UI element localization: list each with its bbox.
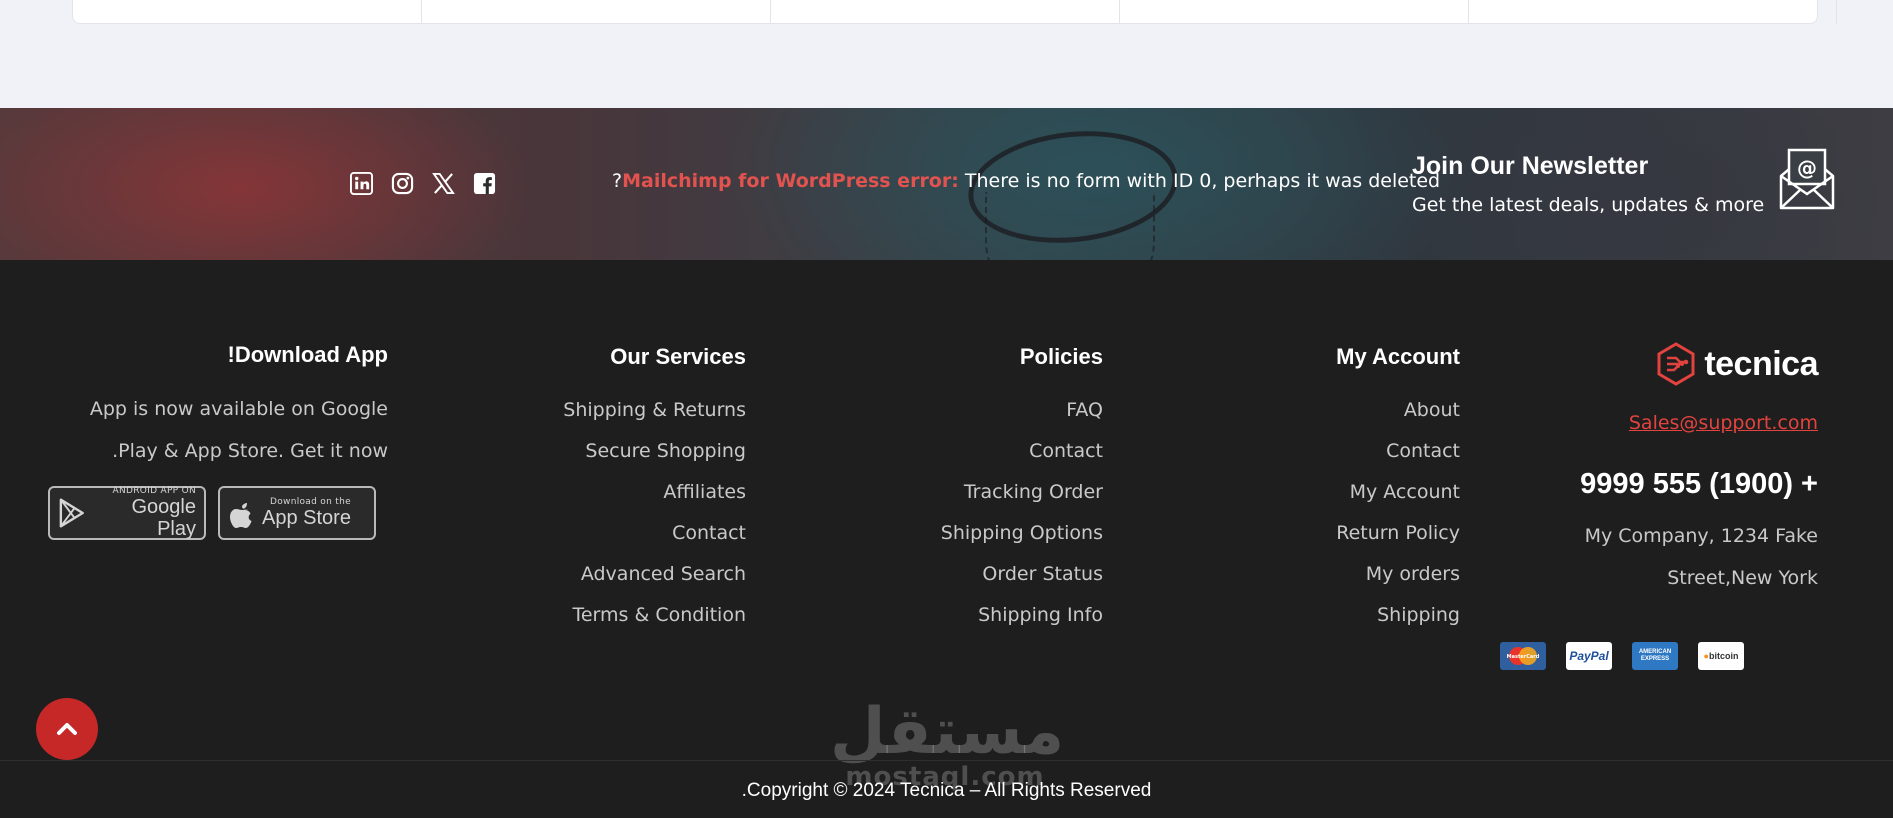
brand-logo[interactable]: tecnica (1500, 342, 1818, 386)
google-play-button[interactable]: ANDROID APP ON Google Play (48, 486, 206, 540)
our-services-title: Our Services (610, 344, 746, 369)
footer-link[interactable]: Return Policy (1240, 513, 1460, 554)
footer-link[interactable]: About (1240, 390, 1460, 431)
footer-link[interactable]: Secure Shopping (520, 431, 746, 472)
x-icon[interactable] (432, 172, 455, 195)
footer-link[interactable]: Shipping & Returns (520, 390, 746, 431)
phone-number: 9999 555 (1900) + (1580, 468, 1818, 500)
footer-link[interactable]: My orders (1240, 554, 1460, 595)
footer-link[interactable]: Advanced Search (520, 554, 746, 595)
newsletter-section: ?Mailchimp for WordPress error: There is… (0, 108, 1893, 260)
footer-link[interactable]: Shipping Info (880, 595, 1103, 636)
download-app-column: !Download App App is now available on Go… (40, 342, 388, 540)
footer-link[interactable]: Shipping Options (880, 513, 1103, 554)
linkedin-icon[interactable] (350, 172, 373, 195)
instagram-icon[interactable] (391, 172, 414, 195)
envelope-icon: @ (1778, 146, 1836, 210)
footer-link[interactable]: Contact (1240, 431, 1460, 472)
top-area (0, 0, 1893, 108)
app-text-line2: .Play & App Store. Get it now (112, 440, 388, 462)
paypal-icon: PayPal (1566, 642, 1612, 670)
newsletter-subtitle: Get the latest deals, updates & more (1412, 194, 1765, 216)
site-footer: !Download App App is now available on Go… (0, 260, 1893, 818)
policies-column: Policies FAQ Contact Tracking Order Ship… (880, 344, 1103, 636)
bitcoin-icon: ● bitcoin (1698, 642, 1744, 670)
footer-link[interactable]: Affiliates (520, 472, 746, 513)
footer-link[interactable]: Contact (880, 431, 1103, 472)
my-account-title: My Account (1336, 344, 1460, 369)
google-play-icon (59, 498, 84, 528)
amex-icon: AMERICAN EXPRESS (1632, 642, 1678, 670)
mastercard-icon: MasterCard (1500, 642, 1546, 670)
download-app-title: !Download App (227, 342, 389, 367)
newsletter-title: Join Our Newsletter (1412, 152, 1649, 180)
chevron-up-icon (57, 723, 77, 735)
copyright-text: .Copyright © 2024 Tecnica – All Rights R… (741, 780, 1152, 801)
apple-icon (230, 503, 252, 528)
watermark-logo: مستقل mostaql.com (830, 695, 1065, 792)
store-badges: ANDROID APP ON Google Play Download on t… (40, 486, 388, 540)
scroll-divider (1836, 0, 1837, 24)
our-services-column: Our Services Shipping & Returns Secure S… (520, 344, 746, 636)
app-store-button[interactable]: Download on the App Store (218, 486, 376, 540)
footer-link[interactable]: FAQ (880, 390, 1103, 431)
error-label: Mailchimp for WordPress error: (622, 170, 959, 192)
facebook-icon[interactable] (473, 172, 496, 195)
svg-text:@: @ (1797, 156, 1817, 180)
address: My Company, 1234 Fake Street,New York (1584, 525, 1818, 589)
policies-title: Policies (1019, 344, 1103, 369)
svg-text:MasterCard: MasterCard (1507, 654, 1540, 660)
error-text: There is no form with ID 0, perhaps it w… (964, 170, 1441, 192)
footer-link[interactable]: Terms & Condition (520, 595, 746, 636)
brand-column: tecnica Sales@support.com 9999 555 (1900… (1500, 342, 1818, 599)
social-links (350, 172, 496, 195)
footer-link[interactable]: My Account (1240, 472, 1460, 513)
mailchimp-error-message: ?Mailchimp for WordPress error: There is… (612, 170, 1441, 192)
brand-name: tecnica (1704, 344, 1818, 383)
contact-email-link[interactable]: Sales@support.com (1500, 412, 1818, 434)
my-account-column: My Account About Contact My Account Retu… (1240, 344, 1460, 636)
content-card-bottom (72, 0, 1818, 24)
footer-link[interactable]: Order Status (880, 554, 1103, 595)
app-text-line1: App is now available on Google (89, 398, 388, 420)
footer-link[interactable]: Contact (520, 513, 746, 554)
circuit-logo-icon (1657, 342, 1695, 386)
footer-link[interactable]: Tracking Order (880, 472, 1103, 513)
back-to-top-button[interactable] (36, 698, 98, 760)
payment-methods: MasterCard PayPal AMERICAN EXPRESS ● bitco… (1500, 642, 1744, 670)
footer-link[interactable]: Shipping (1240, 595, 1460, 636)
footer-divider (0, 760, 1893, 761)
